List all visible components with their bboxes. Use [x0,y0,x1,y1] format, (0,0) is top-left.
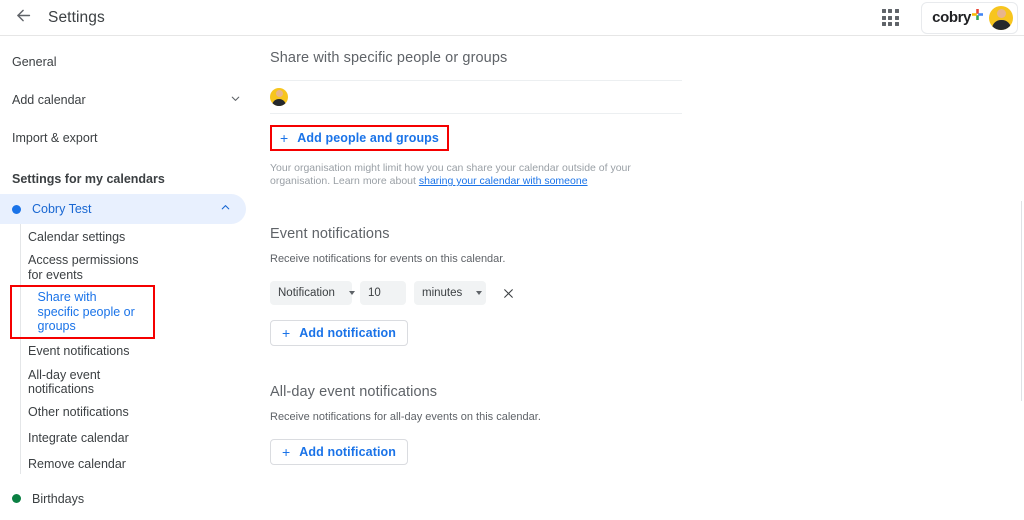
plus-icon: + [282,444,291,460]
sidebar-item-label: All-day event notifications [28,367,101,397]
event-notifications-description: Receive notifications for events on this… [270,253,506,265]
avatar-body [991,19,1011,30]
settings-sidebar: General Add calendar Import & export Set… [0,36,256,520]
sidebar-item-allday-event-notifications[interactable]: All-day event notifications [0,365,160,400]
sidebar-item-integrate-calendar[interactable]: Integrate calendar [0,426,160,452]
share-section: Share with specific people or groups + A… [270,50,686,188]
allday-notifications-title: All-day event notifications [270,384,438,400]
add-people-and-groups-button[interactable]: + Add people and groups [272,127,447,149]
add-people-and-groups-label: Add people and groups [297,131,439,145]
shared-person-row[interactable] [270,81,686,113]
avatar[interactable] [989,5,1013,30]
share-helper-text: Your organisation might limit how you ca… [270,162,670,188]
sidebar-item-calendar-settings[interactable]: Calendar settings [0,224,160,250]
add-notification-label: Add notification [299,326,397,340]
sidebar-item-label: Calendar settings [28,229,126,244]
sidebar-item-label: Access permissions for events [28,253,139,282]
notification-type-select[interactable]: Notification [270,281,355,305]
avatar-head [275,90,283,97]
sidebar-item-label: Remove calendar [28,457,126,472]
avatar [270,88,288,106]
plus-icon: + [280,130,289,146]
sidebar-item-label: Other notifications [28,405,129,420]
sidebar-item-label: Event notifications [28,344,130,359]
sidebar-item-label: Integrate calendar [28,431,129,446]
sidebar-item-remove-calendar[interactable]: Remove calendar [0,452,160,478]
sidebar-item-add-calendar[interactable]: Add calendar [0,86,256,113]
sidebar-item-access-permissions[interactable]: Access permissions for events [0,250,160,285]
chevron-down-icon [229,92,242,108]
cobry-logo: cobry [932,7,983,26]
share-section-title: Share with specific people or groups [270,50,508,66]
avatar-head [996,8,1006,18]
add-notification-label: Add notification [299,445,397,459]
chevron-down-icon [476,291,483,295]
sidebar-item-general[interactable]: General [0,48,256,75]
calendar-color-dot [12,204,21,214]
sidebar-item-label: Import & export [12,130,98,145]
notification-unit-value: minutes [422,287,463,299]
sidebar-item-label: General [12,54,57,69]
sidebar-item-label: Share with specific people or groups [37,290,135,333]
chevron-up-icon[interactable] [219,201,232,217]
add-notification-button-events[interactable]: + Add notification [270,320,409,346]
notification-row: Notification minutes [270,281,686,305]
sidebar-calendar-cobry-test[interactable]: Cobry Test [0,194,246,224]
back-arrow-icon [14,6,33,30]
allday-notifications-description: Receive notifications for all-day events… [270,411,541,423]
sidebar-calendar-label: Cobry Test [32,202,92,216]
sidebar-item-label: Add calendar [12,92,86,107]
sidebar-cobry-test-subitems: Calendar settings Access permissions for… [0,224,256,478]
notification-amount-input[interactable] [360,281,406,305]
back-button[interactable] [6,1,40,35]
avatar-body [272,99,286,106]
brand-name: cobry [932,9,971,26]
page-title: Settings [48,8,105,26]
account-chip[interactable]: cobry [921,1,1018,34]
chevron-down-icon [348,291,355,295]
event-notifications-section: Event notifications Receive notification… [270,226,686,346]
top-app-bar: Settings cobry [0,0,1024,36]
notification-type-value: Notification [278,287,335,299]
sidebar-calendar-label: Birthdays [32,491,85,506]
add-people-highlight-box: + Add people and groups [270,125,449,151]
plus-icon: + [282,325,291,341]
sidebar-item-share-with-specific-people[interactable]: Share with specific people or groups [10,285,155,339]
add-notification-button-allday[interactable]: + Add notification [270,439,409,465]
topbar-actions: cobry [875,1,1024,34]
sidebar-item-event-notifications[interactable]: Event notifications [0,339,160,365]
sidebar-item-import-export[interactable]: Import & export [0,124,256,151]
sidebar-heading-my-calendars: Settings for my calendars [12,172,165,186]
remove-notification-button[interactable] [498,283,518,303]
sharing-calendar-help-link[interactable]: sharing your calendar with someone [419,175,588,187]
content-scrollbar[interactable] [1021,201,1022,401]
allday-notifications-section: All-day event notifications Receive noti… [270,384,686,465]
divider [270,113,682,114]
calendar-color-dot [12,494,21,503]
notification-unit-select[interactable]: minutes [414,281,486,305]
apps-grid-icon[interactable] [875,3,905,33]
sidebar-calendar-birthdays[interactable]: Birthdays [0,484,246,514]
event-notifications-title: Event notifications [270,226,390,242]
colored-plus-icon [972,7,983,25]
settings-content: Share with specific people or groups + A… [256,36,1024,520]
sidebar-item-other-notifications[interactable]: Other notifications [0,400,160,426]
